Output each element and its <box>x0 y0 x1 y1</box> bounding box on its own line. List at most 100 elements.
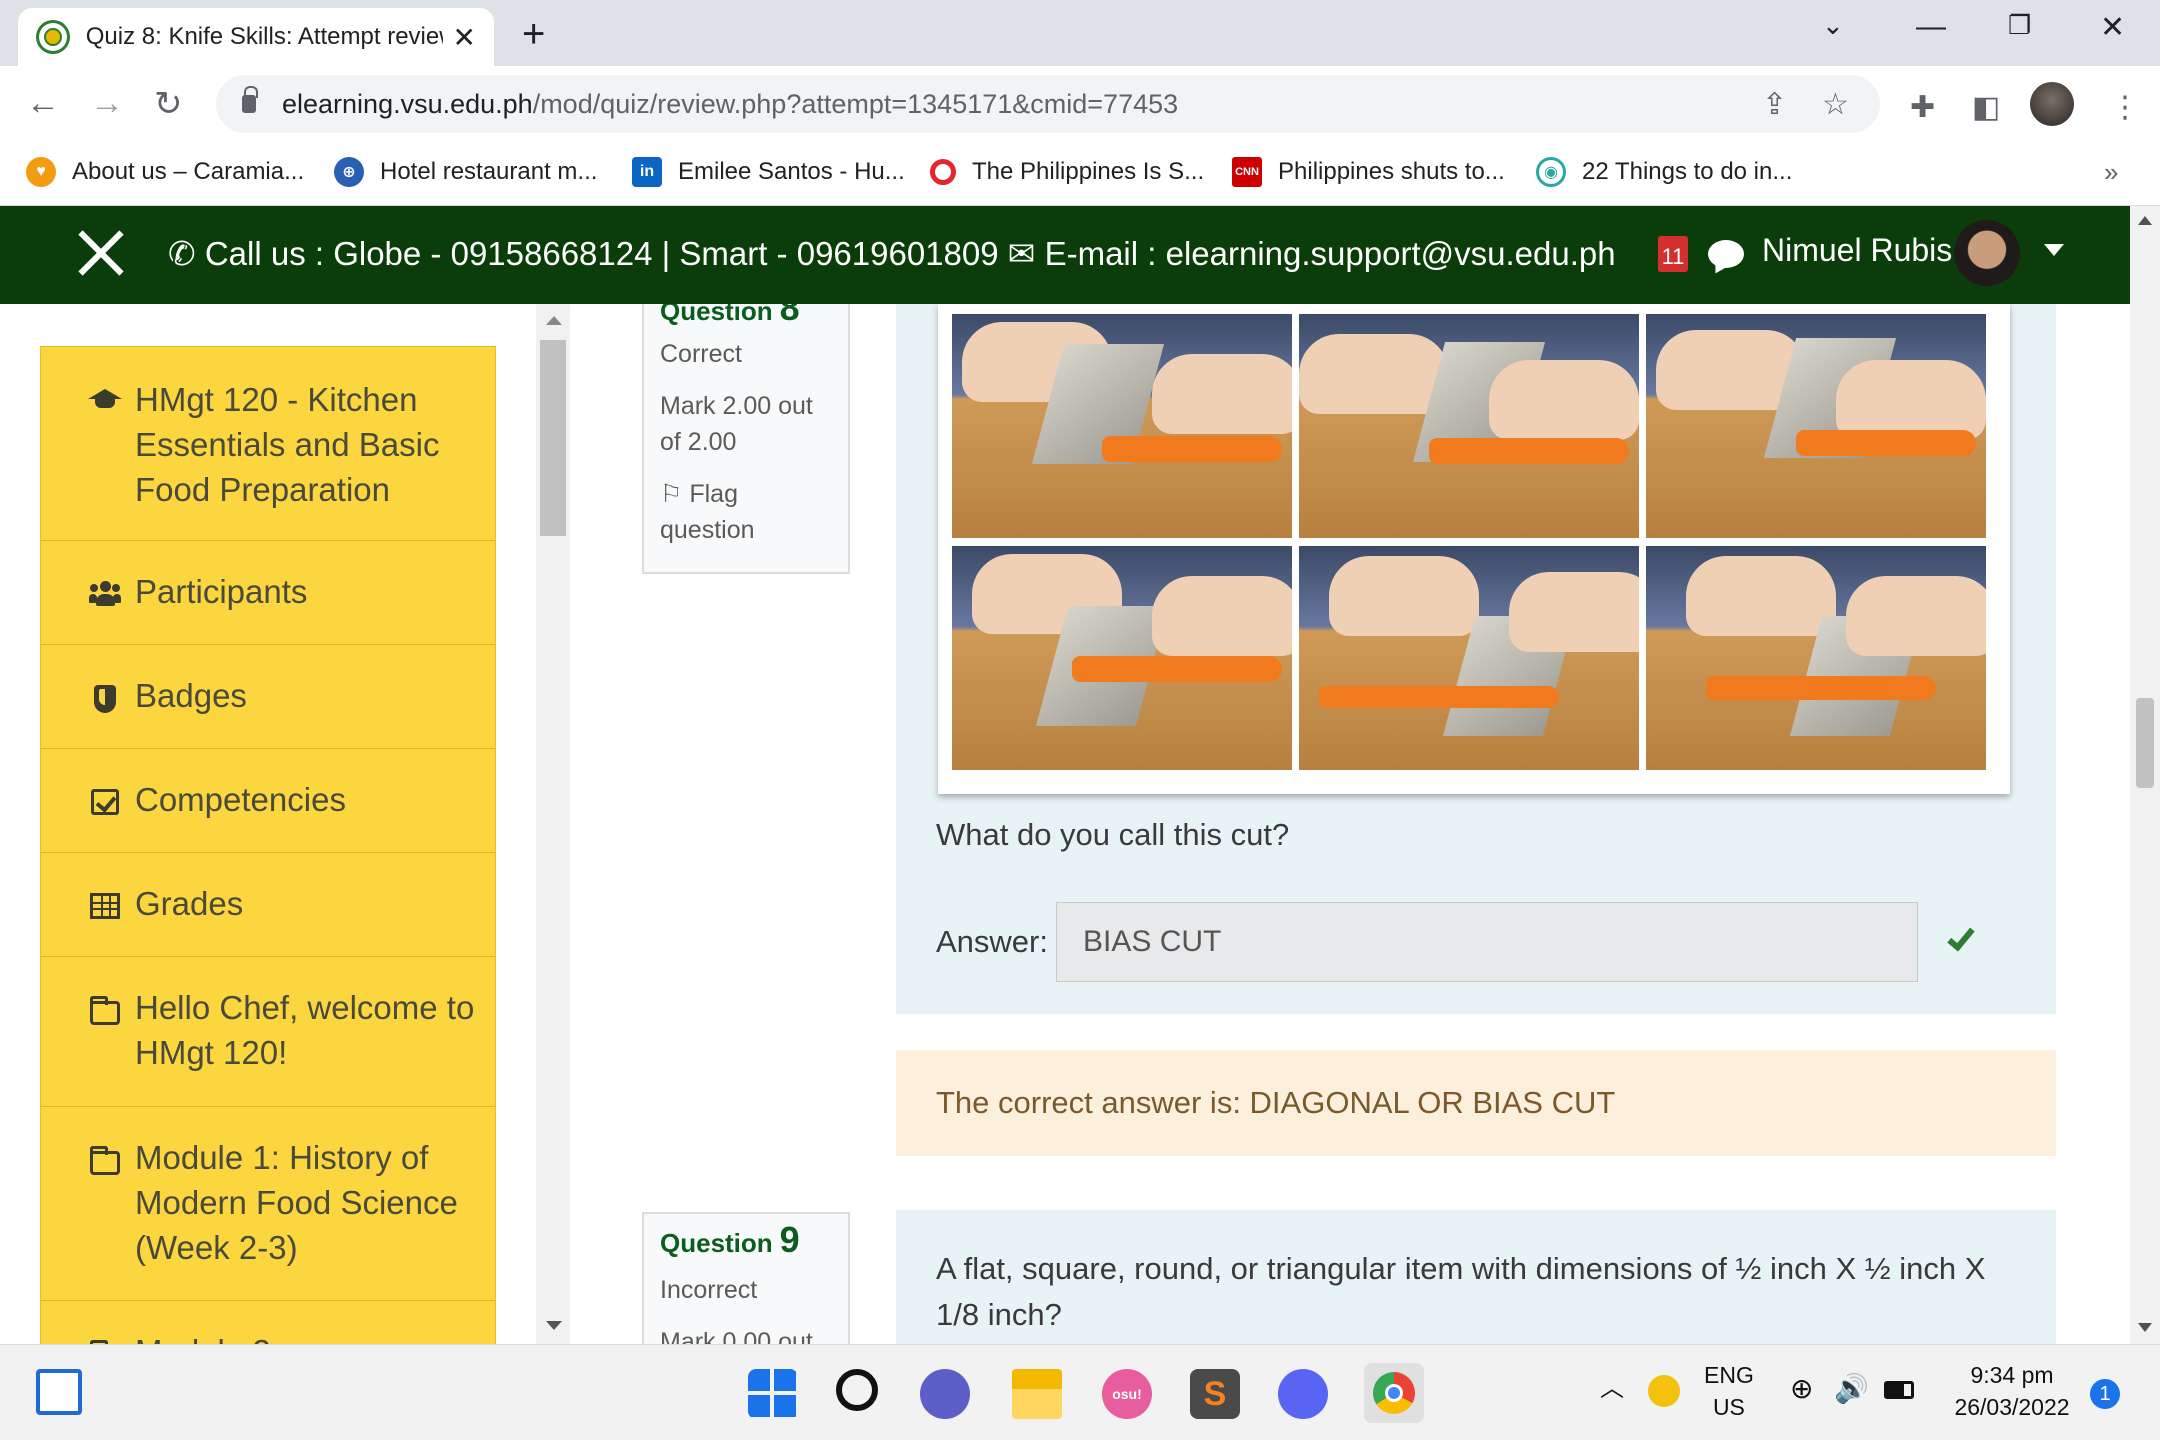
discord-icon[interactable] <box>1278 1369 1328 1419</box>
sidebar-item-badges[interactable]: Badges <box>41 645 495 749</box>
answer-label: Answer: <box>936 924 1048 959</box>
user-name[interactable]: Nimuel Rubis <box>1762 232 1952 269</box>
flag-question-link[interactable]: ⚐ Flag question <box>660 476 832 548</box>
right-answer-feedback: The correct answer is: DIAGONAL OR BIAS … <box>896 1050 2056 1156</box>
linkedin-icon: in <box>632 157 662 187</box>
url-path: /mod/quiz/review.php?attempt=1345171&cmi… <box>532 88 1179 119</box>
table-icon <box>87 881 123 919</box>
bookmark-item[interactable]: ◉ 22 Things to do in... <box>1536 152 1792 192</box>
graduation-cap-icon <box>87 377 123 408</box>
shield-icon <box>87 673 123 713</box>
question-label: Question <box>660 1228 773 1258</box>
show-hidden-icons-icon[interactable]: ︿ <box>1600 1373 1624 1405</box>
chat-bubble-icon[interactable] <box>1708 240 1744 268</box>
sidebar-item-label: Competencies <box>135 781 346 818</box>
bookmark-item[interactable]: The Philippines Is S... <box>930 152 1204 192</box>
carrot-photo <box>1646 314 1986 538</box>
question-number: 8 <box>779 304 800 328</box>
sidebar-item-participants[interactable]: Participants <box>41 541 495 645</box>
profile-avatar[interactable] <box>2030 82 2074 126</box>
lock-icon <box>242 86 258 113</box>
region-code: US <box>1712 1394 1745 1420</box>
user-avatar[interactable] <box>1954 220 2020 286</box>
scrollbar-thumb[interactable] <box>2136 698 2154 788</box>
back-button[interactable]: ← <box>26 84 60 123</box>
restore-button[interactable]: ❐ <box>2008 10 2031 41</box>
menu-kebab-icon[interactable]: ⋮ <box>2110 90 2140 125</box>
sidebar-item-course[interactable]: HMgt 120 - Kitchen Essentials and Basic … <box>41 347 495 541</box>
clock[interactable]: 9:34 pm 26/03/2022 <box>1942 1359 2082 1423</box>
start-menu-icon[interactable] <box>748 1369 798 1419</box>
widgets-icon[interactable] <box>36 1369 82 1415</box>
chrome-active-icon[interactable] <box>1364 1363 1424 1423</box>
page-scrollbar[interactable] <box>2130 206 2160 1344</box>
clock-date: 26/03/2022 <box>1954 1394 2070 1420</box>
bookmark-item[interactable]: in Emilee Santos - Hu... <box>632 152 905 192</box>
contact-text: Call us : Globe - 09158668124 | Smart - … <box>204 235 1616 272</box>
carrot-photo <box>1646 546 1986 770</box>
question-info: Question 9 Incorrect Mark 0.00 out of 2.… <box>642 1212 850 1344</box>
folder-icon <box>87 1135 123 1175</box>
question-mark: Mark 2.00 out of 2.00 <box>660 392 813 456</box>
reload-button[interactable]: ↻ <box>154 84 183 124</box>
sidebar-scrollbar[interactable] <box>536 304 570 1344</box>
sidebar-item-grades[interactable]: Grades <box>41 853 495 957</box>
extensions-icon[interactable]: ✚ <box>1910 90 1935 125</box>
network-icon[interactable]: ⊕ <box>1790 1373 1813 1405</box>
bookmarks-bar: ♥ About us – Caramia... ⊕ Hotel restaura… <box>0 142 2160 206</box>
scrollbar-thumb[interactable] <box>540 340 566 536</box>
osu-icon[interactable]: osu! <box>1102 1369 1152 1419</box>
sidebar-item-module-1[interactable]: Module 1: History of Modern Food Science… <box>41 1107 495 1301</box>
address-bar[interactable]: elearning.vsu.edu.ph/mod/quiz/review.php… <box>216 75 1880 133</box>
bookmark-star-icon[interactable]: ☆ <box>1822 87 1849 122</box>
bookmark-item[interactable]: ♥ About us – Caramia... <box>26 152 304 192</box>
tray-app-icon[interactable] <box>1648 1375 1680 1407</box>
scroll-down-icon[interactable] <box>546 1321 562 1330</box>
side-panel-icon[interactable]: ◧ <box>1972 90 2000 125</box>
browser-tab[interactable]: Quiz 8: Knife Skills: Attempt review ✕ <box>18 8 494 66</box>
sidebar-item-label: Module 1: History of Modern Food Science… <box>135 1139 458 1266</box>
sidebar-item-label: Module 2 <box>135 1329 271 1344</box>
notification-count-badge[interactable]: 1 <box>2090 1379 2120 1409</box>
user-menu-caret-icon[interactable] <box>2044 244 2064 256</box>
teams-chat-icon[interactable] <box>920 1369 970 1419</box>
sidebar-item-competencies[interactable]: Competencies <box>41 749 495 853</box>
forward-button[interactable]: → <box>90 84 124 123</box>
carrot-photo <box>952 546 1292 770</box>
sidebar-item-welcome[interactable]: Hello Chef, welcome to HMgt 120! <box>41 957 495 1107</box>
quiz-review-content: Question 8 Correct Mark 2.00 out of 2.00… <box>570 304 2130 1344</box>
sidebar-item-module-2[interactable]: Module 2 <box>41 1301 495 1344</box>
language-code: ENG <box>1704 1362 1754 1388</box>
language-indicator[interactable]: ENG US <box>1704 1359 1754 1423</box>
sublime-text-icon[interactable]: S <box>1190 1369 1240 1419</box>
share-icon[interactable]: ⇪ <box>1762 87 1787 122</box>
scroll-up-icon[interactable] <box>546 316 562 325</box>
file-explorer-icon[interactable] <box>1012 1369 1062 1419</box>
new-tab-button[interactable]: + <box>522 12 545 57</box>
contact-info: ✆ Call us : Globe - 09158668124 | Smart … <box>168 234 1616 273</box>
search-icon[interactable] <box>836 1369 878 1411</box>
sidebar-item-label: Grades <box>135 885 244 922</box>
users-icon <box>87 569 123 607</box>
more-bookmarks-button[interactable]: » <box>2104 152 2118 192</box>
url-host: elearning.vsu.edu.ph <box>282 88 533 119</box>
question-label: Question <box>660 304 773 326</box>
minimize-button[interactable]: — <box>1916 10 1946 44</box>
battery-icon[interactable] <box>1884 1381 1914 1399</box>
notification-badge[interactable]: 11 <box>1658 236 1688 272</box>
bookmark-label: About us – Caramia... <box>72 158 305 185</box>
volume-icon[interactable]: 🔊 <box>1834 1373 1869 1405</box>
tab-search-chevron-icon[interactable]: ⌄ <box>1822 10 1844 41</box>
bookmark-item[interactable]: ⊕ Hotel restaurant m... <box>334 152 597 192</box>
scroll-down-icon[interactable] <box>2138 1323 2152 1332</box>
tab-close-icon[interactable]: ✕ <box>453 21 476 54</box>
question-formulation: A flat, square, round, or triangular ite… <box>896 1210 2056 1344</box>
bookmark-item[interactable]: CNN Philippines shuts to... <box>1232 152 1505 192</box>
close-window-button[interactable]: ✕ <box>2100 10 2125 45</box>
browser-tab-bar: Quiz 8: Knife Skills: Attempt review ✕ +… <box>0 0 2160 66</box>
checkbox-icon <box>87 777 123 815</box>
close-drawer-icon[interactable] <box>76 228 126 278</box>
scroll-up-icon[interactable] <box>2138 216 2152 225</box>
bookmark-label: 22 Things to do in... <box>1582 158 1793 185</box>
opera-icon <box>930 159 956 185</box>
